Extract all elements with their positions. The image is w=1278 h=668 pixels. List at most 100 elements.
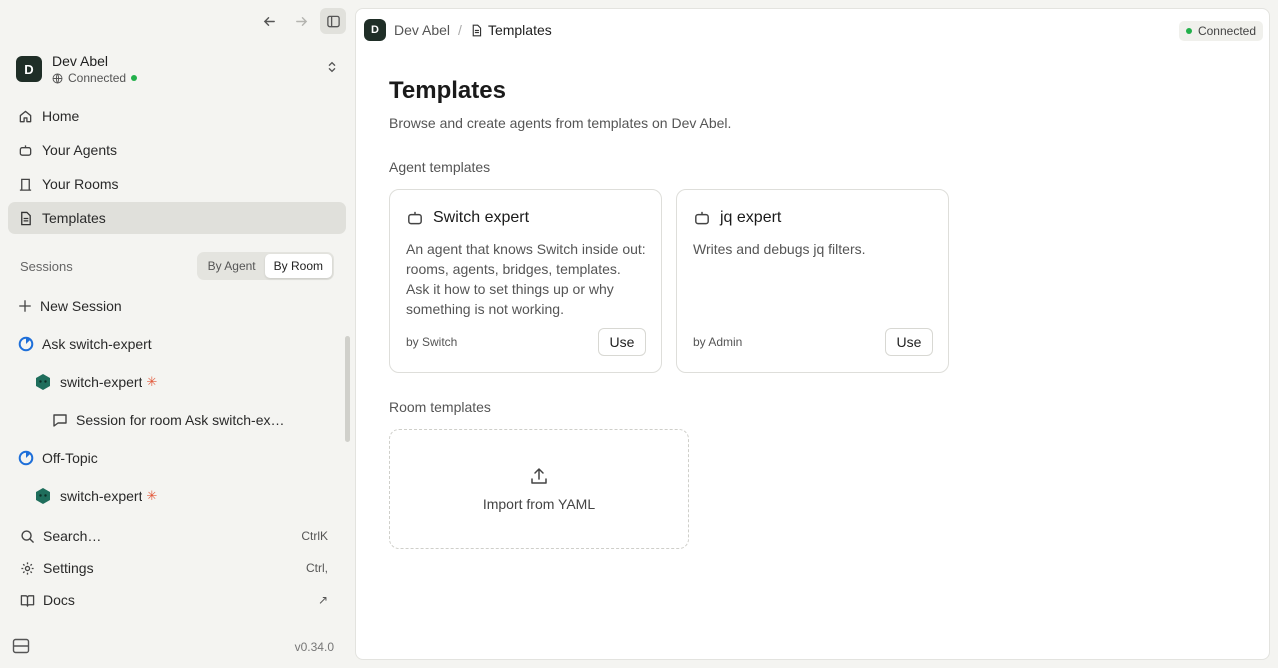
- template-card-switch-expert: Switch expert An agent that knows Switch…: [389, 189, 662, 373]
- agent-avatar-icon: [36, 488, 50, 504]
- card-title-text: Switch expert: [433, 209, 530, 226]
- sidebar-footer-menu: Search… CtrlK Settings Ctrl, Docs ↗: [12, 520, 338, 616]
- sparkle-icon: ✳: [146, 488, 158, 503]
- back-button[interactable]: [256, 8, 282, 34]
- workspace-avatar: D: [16, 56, 42, 82]
- home-icon: [19, 110, 32, 122]
- toggle-by-room[interactable]: By Room: [264, 254, 332, 278]
- connection-status-label: Connected: [1197, 24, 1256, 38]
- file-icon: [472, 24, 482, 36]
- docs-label: Docs: [43, 592, 75, 608]
- forward-button[interactable]: [288, 8, 314, 34]
- settings-shortcut: Ctrl,: [306, 561, 328, 575]
- main-panel: D Dev Abel / Templates Connected Templat…: [355, 8, 1270, 660]
- workspace-switcher[interactable]: D Dev Abel Connected: [16, 52, 344, 86]
- card-title: jq expert: [693, 209, 781, 227]
- sessions-scrollbar[interactable]: [345, 336, 350, 442]
- gear-icon: [21, 561, 34, 575]
- sessions-label: Sessions: [20, 258, 73, 274]
- session-label: Session for room Ask switch-expert: [76, 412, 288, 428]
- card-author: by Switch: [406, 335, 458, 349]
- bot-icon: [19, 144, 32, 156]
- card-title: Switch expert: [406, 209, 529, 227]
- agent-templates-heading: Agent templates: [389, 159, 491, 175]
- card-description: An agent that knows Switch inside out: r…: [406, 241, 646, 317]
- docs-link[interactable]: Docs ↗: [12, 584, 338, 616]
- breadcrumb-separator: /: [458, 22, 462, 38]
- room-templates-heading: Room templates: [389, 399, 491, 415]
- settings-button[interactable]: Settings Ctrl,: [12, 552, 338, 584]
- nav-item-home[interactable]: Home: [8, 100, 346, 132]
- agent-label: switch-expert: [60, 488, 143, 504]
- sessions-group-toggle: By Agent By Room: [196, 252, 334, 280]
- bot-icon: [408, 211, 422, 225]
- sidebar: D Dev Abel Connected Home Your Agents Yo…: [0, 0, 354, 668]
- search-button[interactable]: Search… CtrlK: [12, 520, 338, 552]
- workspace-status-label: Connected: [68, 71, 127, 85]
- toggle-sidebar-button[interactable]: [320, 8, 346, 34]
- search-shortcut: CtrlK: [301, 529, 328, 543]
- breadcrumb-current: Templates: [487, 22, 552, 38]
- server-icon[interactable]: [12, 637, 30, 655]
- bot-icon: [695, 211, 709, 225]
- use-template-button[interactable]: Use: [598, 328, 646, 356]
- upload-icon: [531, 468, 547, 484]
- search-icon: [21, 529, 34, 543]
- new-session-button[interactable]: New Session: [8, 287, 346, 325]
- agent-item-switch-expert[interactable]: switch-expert ✳: [8, 477, 346, 515]
- nav-item-agents[interactable]: Your Agents: [8, 134, 346, 166]
- template-card-jq-expert: jq expert Writes and debugs jq filters. …: [676, 189, 949, 373]
- import-label: Import from YAML: [482, 496, 596, 512]
- plus-icon: [19, 300, 31, 312]
- card-title-text: jq expert: [720, 209, 782, 226]
- chat-bubble-icon: [53, 414, 67, 427]
- external-link-icon: ↗: [317, 593, 328, 607]
- nav-item-label: Templates: [42, 210, 106, 226]
- nav-item-templates[interactable]: Templates: [8, 202, 346, 234]
- book-icon: [20, 594, 35, 607]
- use-template-button[interactable]: Use: [885, 328, 933, 356]
- card-author: by Admin: [693, 335, 743, 349]
- card-description: Writes and debugs jq filters.: [693, 241, 866, 257]
- breadcrumb-workspace-link[interactable]: Dev Abel: [394, 22, 450, 38]
- search-label: Search…: [43, 528, 102, 544]
- sidebar-icon: [326, 15, 340, 27]
- settings-label: Settings: [43, 560, 94, 576]
- import-yaml-dropzone[interactable]: Import from YAML: [389, 429, 689, 549]
- workspace-name: Dev Abel: [52, 53, 109, 69]
- nav-item-label: Your Agents: [42, 142, 117, 158]
- connection-status-badge: Connected: [1178, 21, 1263, 41]
- session-item[interactable]: Session for room Ask switch-expert: [8, 401, 346, 439]
- globe-icon: [52, 73, 63, 83]
- room-item-off-topic[interactable]: Off-Topic: [8, 439, 346, 477]
- chevrons-up-down-icon: [328, 61, 336, 73]
- nav-item-label: Your Rooms: [42, 176, 119, 192]
- sparkle-icon: ✳: [146, 374, 158, 389]
- breadcrumb-avatar: D: [364, 19, 386, 41]
- room-icon: [18, 336, 34, 352]
- sessions-tree: New Session Ask switch-expert switch-exp…: [8, 287, 346, 515]
- room-label: Ask switch-expert: [42, 336, 152, 352]
- agent-item-switch-expert[interactable]: switch-expert ✳: [8, 363, 346, 401]
- app-version: v0.34.0: [294, 640, 334, 654]
- arrow-left-icon: [263, 16, 275, 26]
- nav-item-rooms[interactable]: Your Rooms: [8, 168, 346, 200]
- room-icon: [18, 450, 34, 466]
- room-label: Off-Topic: [42, 450, 98, 466]
- breadcrumb: D Dev Abel / Templates: [364, 19, 552, 41]
- page-title: Templates: [389, 77, 506, 104]
- nav-item-label: Home: [42, 108, 80, 124]
- sessions-header: Sessions By Agent By Room: [20, 252, 334, 280]
- main-nav: Home Your Agents Your Rooms Templates: [8, 100, 346, 236]
- new-session-label: New Session: [40, 298, 122, 314]
- file-icon: [21, 211, 31, 225]
- status-dot: [131, 75, 138, 81]
- history-nav: [256, 8, 346, 34]
- agent-avatar-icon: [36, 374, 50, 390]
- toggle-by-agent[interactable]: By Agent: [199, 254, 265, 278]
- status-dot: [1185, 28, 1192, 34]
- workspace-status: Connected: [52, 71, 138, 85]
- page-description: Browse and create agents from templates …: [389, 115, 732, 131]
- door-icon: [19, 178, 32, 191]
- room-item-ask-switch-expert[interactable]: Ask switch-expert: [8, 325, 346, 363]
